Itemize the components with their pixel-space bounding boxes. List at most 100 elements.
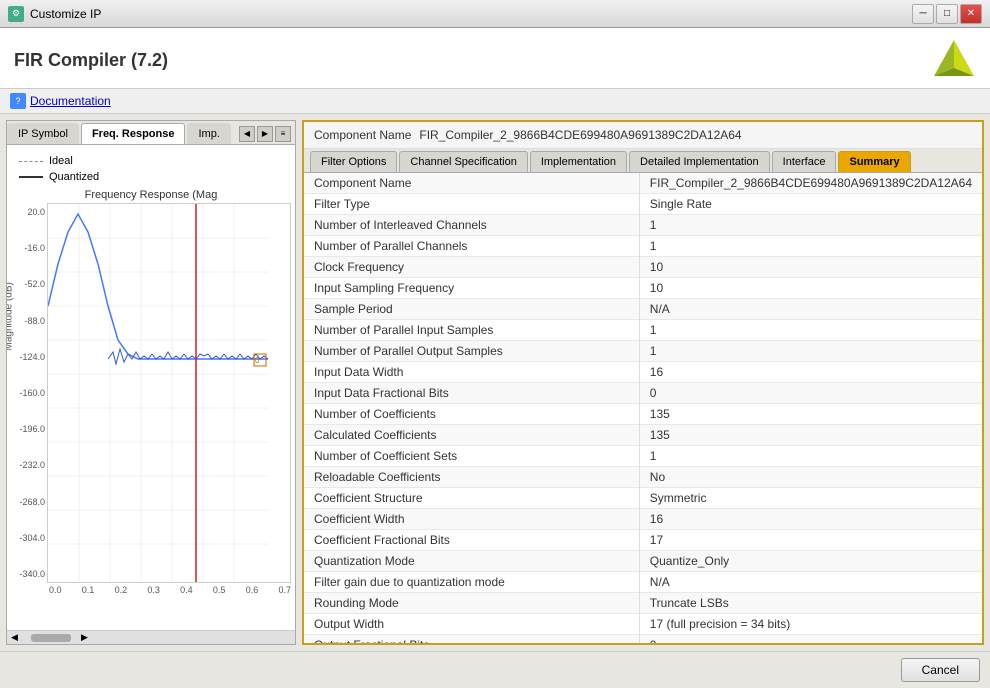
row-label: Filter gain due to quantization mode	[304, 572, 639, 593]
row-value: 1	[639, 236, 982, 257]
component-name-value: FIR_Compiler_2_9866B4CDE699480A9691389C2…	[419, 128, 972, 142]
row-value: Truncate LSBs	[639, 593, 982, 614]
maximize-button[interactable]: □	[936, 4, 958, 24]
scroll-right-button[interactable]: ▶	[81, 632, 91, 643]
y-tick-9: -268.0	[19, 497, 45, 507]
component-name-label: Component Name	[314, 128, 411, 142]
tab-menu-button[interactable]: ≡	[275, 126, 291, 142]
y-axis-label: Magnitude (dB)	[7, 282, 15, 350]
table-row: Coefficient Width16	[304, 509, 982, 530]
table-row: Quantization ModeQuantize_Only	[304, 551, 982, 572]
window-controls: ─ □ ✕	[912, 4, 982, 24]
row-value: N/A	[639, 299, 982, 320]
cancel-button[interactable]: Cancel	[901, 658, 980, 682]
row-value: 10	[639, 278, 982, 299]
legend-quantized-line	[19, 176, 43, 178]
table-row: Component NameFIR_Compiler_2_9866B4CDE69…	[304, 173, 982, 194]
y-tick-6: -160.0	[19, 388, 45, 398]
table-row: Sample PeriodN/A	[304, 299, 982, 320]
row-value: 16	[639, 362, 982, 383]
row-label: Coefficient Fractional Bits	[304, 530, 639, 551]
table-row: Output Fractional Bits0	[304, 635, 982, 644]
y-tick-2: -16.0	[24, 243, 45, 253]
y-axis: 20.0 -16.0 -52.0 -88.0 -124.0 -160.0 -19…	[11, 203, 47, 583]
table-row: Reloadable CoefficientsNo	[304, 467, 982, 488]
table-row: Input Sampling Frequency10	[304, 278, 982, 299]
y-tick-1: 20.0	[27, 207, 45, 217]
x-tick-5: 0.5	[213, 585, 226, 595]
row-label: Rounding Mode	[304, 593, 639, 614]
tab-filter-options[interactable]: Filter Options	[310, 151, 397, 172]
row-value: 135	[639, 404, 982, 425]
tab-implementation[interactable]: Implementation	[530, 151, 627, 172]
doc-icon: ?	[10, 93, 26, 109]
tab-summary[interactable]: Summary	[838, 151, 910, 172]
row-value: N/A	[639, 572, 982, 593]
row-label: Output Width	[304, 614, 639, 635]
legend-quantized: Quantized	[19, 171, 283, 183]
tab-interface[interactable]: Interface	[772, 151, 837, 172]
tab-freq-response[interactable]: Freq. Response	[81, 123, 186, 144]
row-value: No	[639, 467, 982, 488]
table-row: Number of Coefficients135	[304, 404, 982, 425]
row-label: Reloadable Coefficients	[304, 467, 639, 488]
row-value: 1	[639, 320, 982, 341]
svg-text:0: 0	[255, 356, 260, 365]
tab-prev-button[interactable]: ◀	[239, 126, 255, 142]
row-value: 0	[639, 635, 982, 644]
row-value: FIR_Compiler_2_9866B4CDE699480A9691389C2…	[639, 173, 982, 194]
y-tick-10: -304.0	[19, 533, 45, 543]
y-tick-4: -88.0	[24, 316, 45, 326]
content-area: IP Symbol Freq. Response Imp. ◀ ▶ ≡ Idea…	[0, 114, 990, 651]
main-window: FIR Compiler (7.2) ? Documentation IP Sy…	[0, 28, 990, 688]
row-label: Sample Period	[304, 299, 639, 320]
table-row: Calculated Coefficients135	[304, 425, 982, 446]
x-tick-2: 0.2	[115, 585, 128, 595]
tab-channel-spec[interactable]: Channel Specification	[399, 151, 527, 172]
row-label: Clock Frequency	[304, 257, 639, 278]
minimize-button[interactable]: ─	[912, 4, 934, 24]
chart-area: Ideal Quantized Frequency Response (Mag …	[7, 145, 295, 630]
row-label: Number of Coefficients	[304, 404, 639, 425]
component-name-bar: Component Name FIR_Compiler_2_9866B4CDE6…	[304, 122, 982, 149]
left-panel: IP Symbol Freq. Response Imp. ◀ ▶ ≡ Idea…	[6, 120, 296, 645]
y-tick-11: -340.0	[19, 569, 45, 579]
x-tick-1: 0.1	[82, 585, 95, 595]
x-tick-6: 0.6	[246, 585, 259, 595]
tab-next-button[interactable]: ▶	[257, 126, 273, 142]
chart-scrollbar[interactable]: ◀ ▶	[7, 630, 295, 644]
table-row: Filter gain due to quantization modeN/A	[304, 572, 982, 593]
table-row: Rounding ModeTruncate LSBs	[304, 593, 982, 614]
row-value: 17 (full precision = 34 bits)	[639, 614, 982, 635]
scroll-left-button[interactable]: ◀	[11, 632, 21, 643]
chart-title: Frequency Response (Mag	[11, 189, 291, 201]
tab-imp[interactable]: Imp.	[187, 123, 230, 144]
left-tab-bar: IP Symbol Freq. Response Imp. ◀ ▶ ≡	[7, 121, 295, 145]
row-label: Coefficient Structure	[304, 488, 639, 509]
x-tick-4: 0.4	[180, 585, 193, 595]
row-label: Number of Parallel Channels	[304, 236, 639, 257]
tab-detailed-implementation[interactable]: Detailed Implementation	[629, 151, 770, 172]
doc-link[interactable]: Documentation	[30, 94, 111, 108]
app-header: FIR Compiler (7.2)	[0, 28, 990, 89]
table-row: Input Data Fractional Bits0	[304, 383, 982, 404]
row-label: Number of Interleaved Channels	[304, 215, 639, 236]
tab-ip-symbol[interactable]: IP Symbol	[7, 123, 79, 144]
row-label: Calculated Coefficients	[304, 425, 639, 446]
table-row: Input Data Width16	[304, 362, 982, 383]
scrollbar-thumb[interactable]	[31, 634, 71, 642]
row-label: Number of Parallel Output Samples	[304, 341, 639, 362]
row-label: Quantization Mode	[304, 551, 639, 572]
x-tick-3: 0.3	[147, 585, 160, 595]
tab-nav-buttons: ◀ ▶ ≡	[235, 123, 295, 144]
data-table: Component NameFIR_Compiler_2_9866B4CDE69…	[304, 173, 982, 643]
row-value: 135	[639, 425, 982, 446]
chart-legend: Ideal Quantized	[11, 149, 291, 189]
x-tick-7: 0.7	[278, 585, 291, 595]
y-tick-5: -124.0	[19, 352, 45, 362]
close-button[interactable]: ✕	[960, 4, 982, 24]
table-row: Number of Interleaved Channels1	[304, 215, 982, 236]
row-value: 1	[639, 341, 982, 362]
row-label: Number of Coefficient Sets	[304, 446, 639, 467]
table-row: Clock Frequency10	[304, 257, 982, 278]
